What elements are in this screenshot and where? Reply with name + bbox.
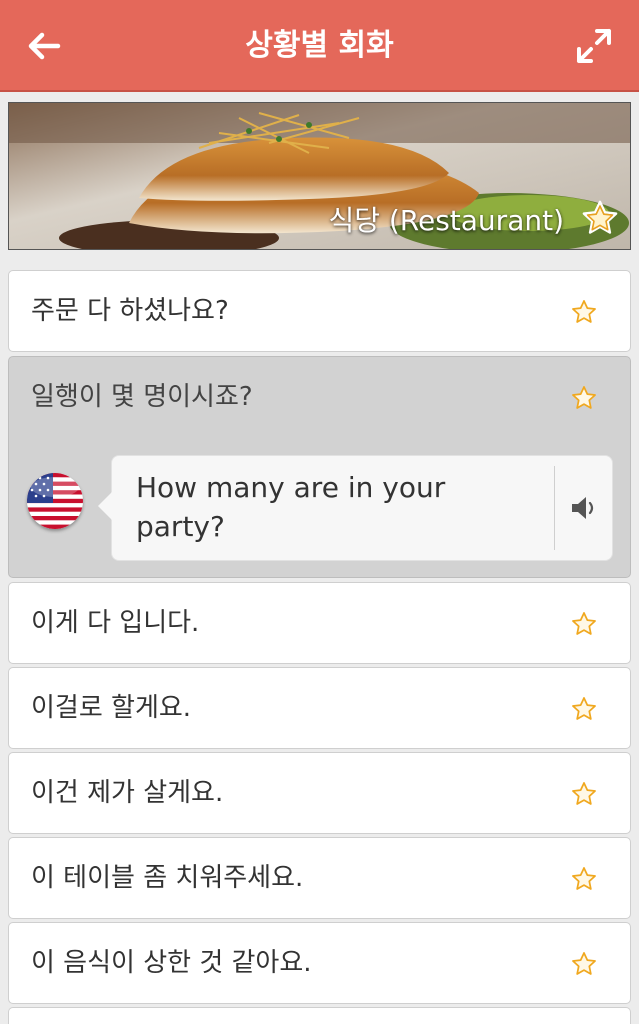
favorite-star-icon[interactable] bbox=[571, 611, 597, 637]
us-flag-icon bbox=[27, 473, 83, 529]
phrase-item[interactable]: 이건 제가 살게요. bbox=[8, 752, 631, 834]
phrase-text: 이건 제가 살게요. bbox=[31, 778, 224, 808]
phrase-text: 이 테이블 좀 치워주세요. bbox=[31, 863, 304, 893]
category-banner[interactable]: 식당 (Restaurant) bbox=[8, 102, 631, 250]
phrase-text: 주문 다 하셨나요? bbox=[31, 296, 229, 326]
phrase-item[interactable]: 주문 다 하셨나요? bbox=[8, 270, 631, 352]
category-label: 식당 (Restaurant) bbox=[328, 204, 564, 237]
phrase-text: 이걸로 할게요. bbox=[31, 693, 192, 723]
divider bbox=[554, 466, 555, 550]
phrase-item[interactable]: 이게 다 입니다. bbox=[8, 582, 631, 664]
favorite-star-icon[interactable] bbox=[581, 199, 619, 237]
translation-bubble: How many are in your party? bbox=[98, 455, 613, 561]
favorite-star-icon[interactable] bbox=[571, 696, 597, 722]
translation-text: How many are in your party? bbox=[136, 471, 446, 543]
speaker-icon[interactable] bbox=[568, 492, 600, 524]
phrase-item[interactable]: 이 테이블 좀 치워주세요. bbox=[8, 837, 631, 919]
favorite-star-icon[interactable] bbox=[571, 866, 597, 892]
favorite-star-icon[interactable] bbox=[571, 951, 597, 977]
phrase-text: 이 음식이 상한 것 같아요. bbox=[31, 948, 312, 978]
phrase-item[interactable]: 이걸로 할게요. bbox=[8, 667, 631, 749]
phrase-item[interactable]: 이 음식이 상한 것 같아요. bbox=[8, 922, 631, 1004]
phrase-text: 이게 다 입니다. bbox=[31, 608, 200, 638]
expand-icon bbox=[577, 29, 611, 63]
phrase-item-partial[interactable] bbox=[8, 1007, 631, 1024]
favorite-star-icon[interactable] bbox=[571, 781, 597, 807]
favorite-star-icon[interactable] bbox=[571, 299, 597, 325]
page-title: 상황별 회화 bbox=[245, 28, 394, 63]
expand-button[interactable] bbox=[574, 26, 614, 66]
app-header: 상황별 회화 bbox=[0, 0, 639, 92]
favorite-star-icon[interactable] bbox=[571, 385, 597, 411]
phrase-item-expanded[interactable]: 일행이 몇 명이시죠? How many are in your party? bbox=[8, 356, 631, 578]
phrase-text: 일행이 몇 명이시죠? bbox=[31, 382, 253, 412]
